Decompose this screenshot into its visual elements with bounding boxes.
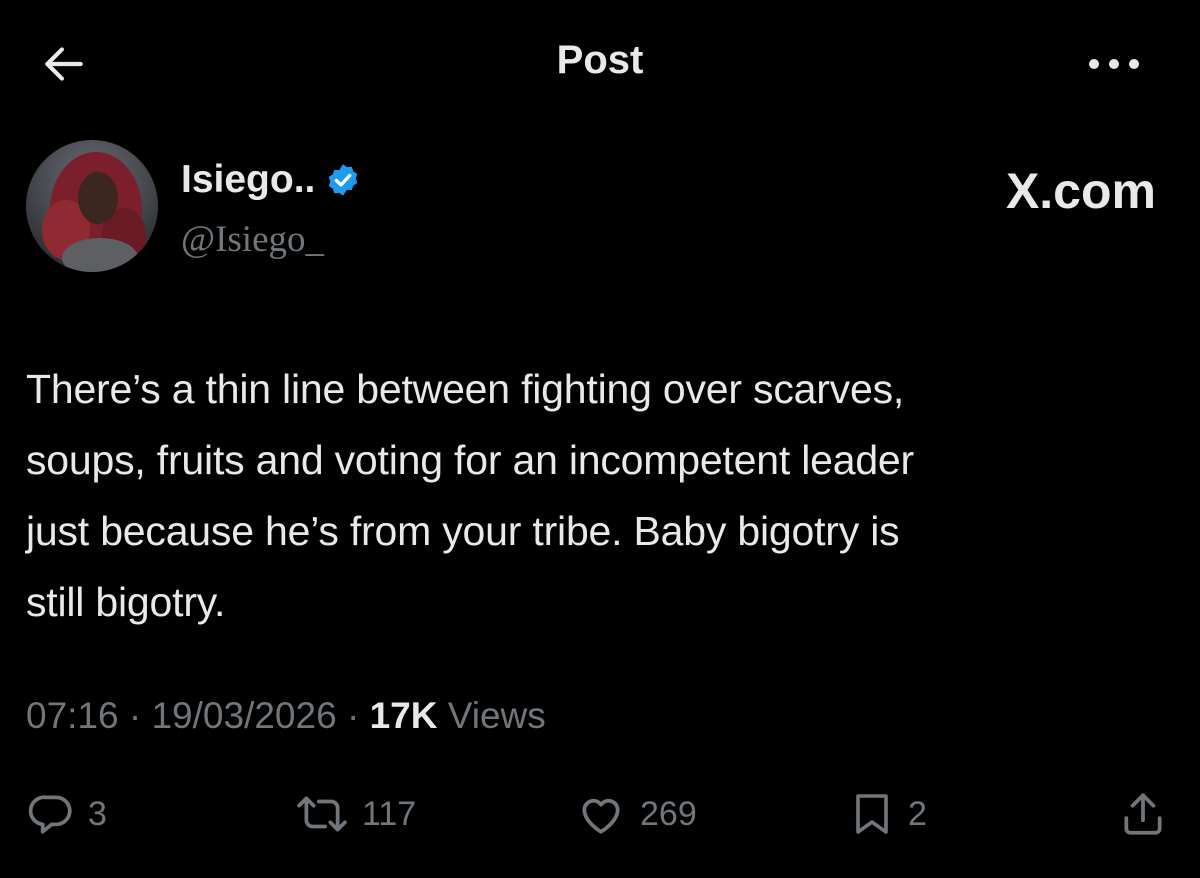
author-name[interactable]: Isiego.. (181, 158, 361, 202)
post-text: There’s a thin line between fighting ove… (26, 354, 1176, 638)
post-date[interactable]: 19/03/2026 (151, 695, 336, 736)
like-count: 269 (640, 794, 697, 833)
author-display-name: Isiego.. (181, 158, 316, 201)
back-button[interactable] (38, 38, 90, 90)
share-button[interactable] (1118, 788, 1168, 840)
arrow-left-icon (39, 39, 89, 89)
meta-separator: · (346, 695, 360, 736)
more-options-button[interactable] (1084, 44, 1144, 84)
reply-button[interactable]: 3 (26, 788, 107, 840)
bookmark-count: 2 (908, 794, 927, 833)
post-time[interactable]: 07:16 (26, 695, 119, 736)
bookmark-icon (848, 789, 896, 839)
page-title: Post (556, 38, 644, 82)
verified-badge-icon (325, 162, 361, 198)
reply-icon (26, 789, 76, 839)
author-handle[interactable]: @Isiego_ (181, 218, 324, 261)
top-bar: Post (0, 0, 1200, 125)
bookmark-button[interactable]: 2 (848, 788, 927, 840)
post-author: Isiego.. @Isiego_ X.com (26, 140, 1176, 280)
meta-separator: · (128, 695, 142, 736)
post-text-line: still bigotry. (26, 579, 226, 625)
views-label: Views (447, 695, 546, 736)
like-button[interactable]: 269 (574, 788, 697, 840)
heart-icon (574, 789, 628, 839)
brand-watermark: X.com (1005, 163, 1156, 219)
avatar[interactable] (26, 140, 158, 272)
repost-count: 117 (362, 794, 417, 833)
views-count: 17K (369, 695, 438, 736)
post-text-line: soups, fruits and voting for an incompet… (26, 437, 914, 483)
repost-icon (294, 789, 350, 839)
reply-count: 3 (88, 794, 107, 833)
repost-button[interactable]: 117 (294, 788, 416, 840)
post-meta: 07:16 · 19/03/2026 · 17K Views (26, 695, 546, 737)
share-icon (1118, 789, 1168, 839)
action-bar: 3 117 269 2 (26, 788, 1176, 840)
more-horizontal-icon (1086, 54, 1142, 74)
post-text-line: just because he’s from your tribe. Baby … (26, 508, 900, 554)
post-text-line: There’s a thin line between fighting ove… (26, 366, 905, 412)
